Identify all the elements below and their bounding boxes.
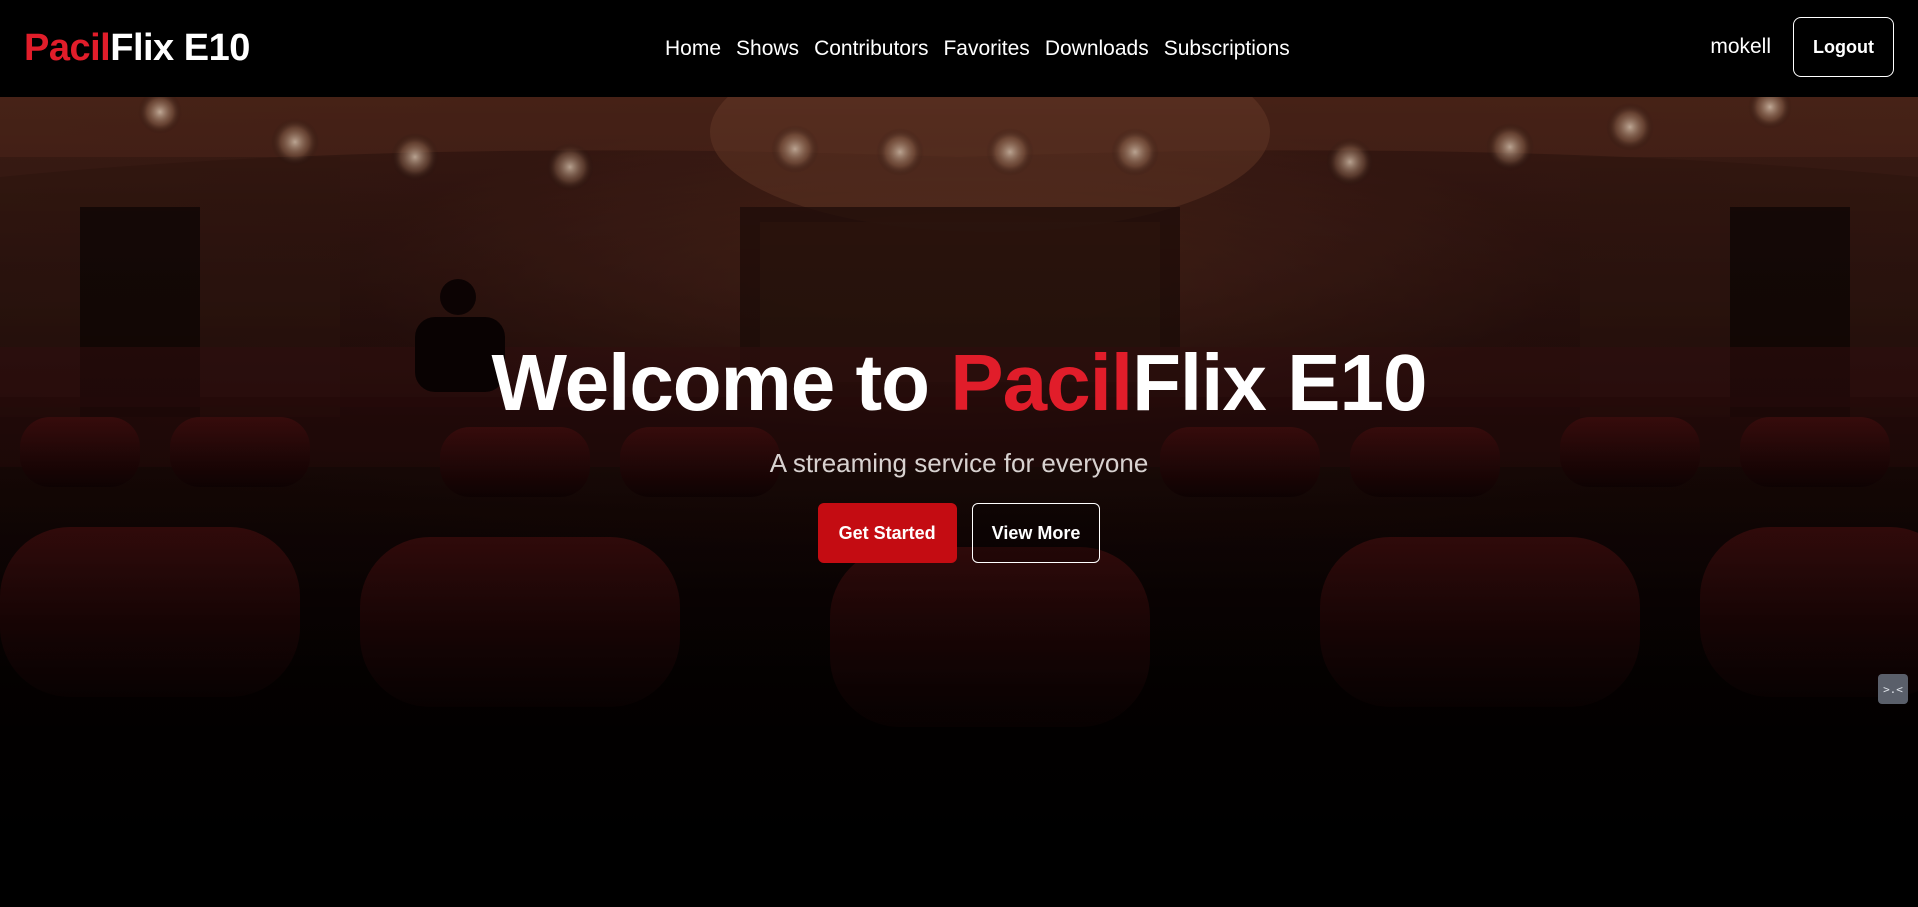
nav-link-home[interactable]: Home xyxy=(665,37,721,61)
face-icon[interactable]: >.< xyxy=(1878,674,1908,704)
brand-logo[interactable]: PacilFlix E10 xyxy=(24,27,250,70)
hero-content: Welcome to PacilFlix E10 A streaming ser… xyxy=(0,343,1918,563)
view-more-button[interactable]: View More xyxy=(971,503,1101,563)
hero-title-accent: Pacil xyxy=(950,338,1133,427)
nav-link-favorites[interactable]: Favorites xyxy=(943,37,1029,61)
hero-title-prefix: Welcome to xyxy=(491,338,951,427)
brand-accent: Pacil xyxy=(24,27,111,69)
navbar: PacilFlix E10 Home Shows Contributors Fa… xyxy=(0,0,1918,97)
hero-title: Welcome to PacilFlix E10 xyxy=(0,343,1918,423)
nav-links: Home Shows Contributors Favorites Downlo… xyxy=(665,0,1290,97)
nav-link-shows[interactable]: Shows xyxy=(736,37,799,61)
hero-title-suffix: Flix E10 xyxy=(1132,338,1427,427)
brand-rest: Flix E10 xyxy=(110,27,250,69)
get-started-button[interactable]: Get Started xyxy=(817,503,957,563)
logout-button[interactable]: Logout xyxy=(1793,17,1894,77)
nav-link-subscriptions[interactable]: Subscriptions xyxy=(1164,37,1290,61)
nav-user-area: mokell Logout xyxy=(1710,17,1894,77)
nav-link-contributors[interactable]: Contributors xyxy=(814,37,928,61)
hero-buttons: Get Started View More xyxy=(0,503,1918,563)
hero-section: Welcome to PacilFlix E10 A streaming ser… xyxy=(0,97,1918,907)
username: mokell xyxy=(1710,35,1772,58)
nav-link-downloads[interactable]: Downloads xyxy=(1045,37,1149,61)
hero-subtitle: A streaming service for everyone xyxy=(769,448,1149,478)
